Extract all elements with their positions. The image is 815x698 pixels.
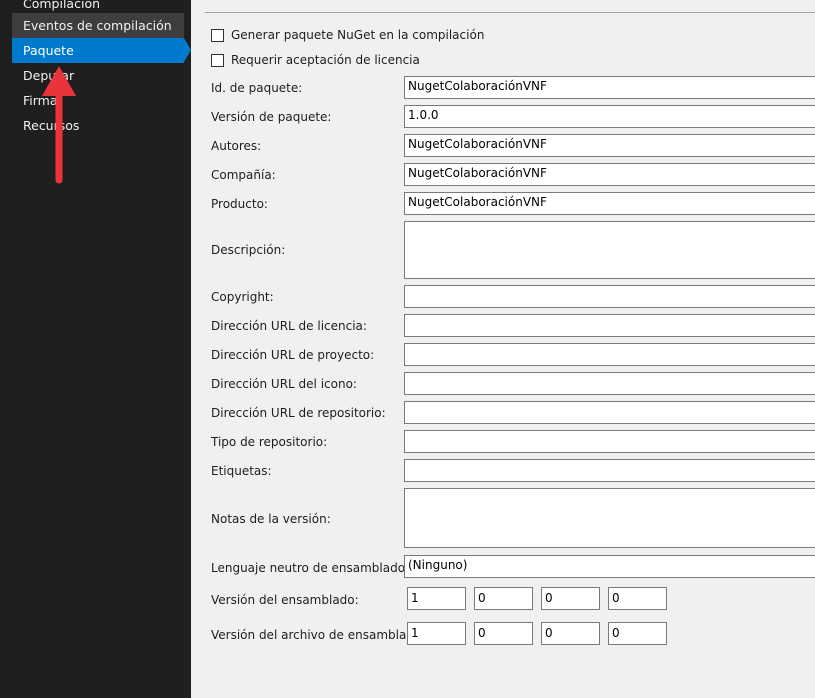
company-label: Compañía: — [211, 168, 276, 182]
tags-input[interactable] — [404, 459, 815, 482]
release-notes-textarea[interactable] — [404, 488, 815, 548]
generate-nuget-checkbox-row[interactable]: Generar paquete NuGet en la compilación — [211, 26, 484, 44]
assembly-version-label: Versión del ensamblado: — [211, 593, 359, 607]
description-textarea[interactable] — [404, 221, 815, 279]
icon-url-input[interactable] — [404, 372, 815, 395]
product-label: Producto: — [211, 197, 268, 211]
file-version-build[interactable]: 0 — [541, 622, 600, 645]
generate-nuget-checkbox[interactable] — [211, 28, 224, 42]
description-label: Descripción: — [211, 243, 286, 257]
divider — [205, 12, 815, 13]
selected-caret — [184, 38, 191, 62]
tags-label: Etiquetas: — [211, 464, 272, 478]
sidebar-item-paquete[interactable]: Paquete — [12, 38, 184, 63]
neutral-language-select[interactable]: (Ninguno) — [404, 555, 815, 578]
package-version-input[interactable]: 1.0.0 — [404, 105, 815, 128]
package-id-label: Id. de paquete: — [211, 81, 303, 95]
file-version-major[interactable]: 1 — [407, 622, 466, 645]
repository-url-input[interactable] — [404, 401, 815, 424]
file-version-label: Versión del archivo de ensamblado: — [211, 628, 426, 642]
authors-label: Autores: — [211, 139, 262, 153]
file-version-minor[interactable]: 0 — [474, 622, 533, 645]
require-license-checkbox-row[interactable]: Requerir aceptación de licencia — [211, 51, 420, 69]
neutral-language-label: Lenguaje neutro de ensamblado: — [211, 561, 410, 575]
file-version-revision[interactable]: 0 — [608, 622, 667, 645]
package-settings-panel: Generar paquete NuGet en la compilación … — [191, 0, 815, 698]
project-url-label: Dirección URL de proyecto: — [211, 348, 375, 362]
assembly-version-build[interactable]: 0 — [541, 587, 600, 610]
project-url-input[interactable] — [404, 343, 815, 366]
generate-nuget-label: Generar paquete NuGet en la compilación — [231, 28, 485, 42]
product-input[interactable]: NugetColaboraciónVNF — [404, 192, 815, 215]
icon-url-label: Dirección URL del icono: — [211, 377, 357, 391]
require-license-checkbox[interactable] — [211, 53, 224, 67]
copyright-label: Copyright: — [211, 290, 274, 304]
sidebar-item-firma[interactable]: Firma — [12, 88, 184, 113]
assembly-version-revision[interactable]: 0 — [608, 587, 667, 610]
assembly-version-minor[interactable]: 0 — [474, 587, 533, 610]
release-notes-label: Notas de la versión: — [211, 512, 331, 526]
package-version-label: Versión de paquete: — [211, 110, 332, 124]
sidebar-item-eventos-compilacion[interactable]: Eventos de compilación — [12, 13, 184, 38]
sidebar-item-depurar[interactable]: Depurar — [12, 63, 184, 88]
require-license-label: Requerir aceptación de licencia — [231, 53, 420, 67]
sidebar: Compilación Eventos de compilación Paque… — [0, 0, 191, 698]
company-input[interactable]: NugetColaboraciónVNF — [404, 163, 815, 186]
copyright-input[interactable] — [404, 285, 815, 308]
repository-url-label: Dirección URL de repositorio: — [211, 406, 386, 420]
sidebar-item-recursos[interactable]: Recursos — [12, 113, 184, 138]
repository-type-input[interactable] — [404, 430, 815, 453]
repository-type-label: Tipo de repositorio: — [211, 435, 328, 449]
package-id-input[interactable]: NugetColaboraciónVNF — [404, 76, 815, 99]
assembly-version-major[interactable]: 1 — [407, 587, 466, 610]
license-url-input[interactable] — [404, 314, 815, 337]
authors-input[interactable]: NugetColaboraciónVNF — [404, 134, 815, 157]
license-url-label: Dirección URL de licencia: — [211, 319, 367, 333]
